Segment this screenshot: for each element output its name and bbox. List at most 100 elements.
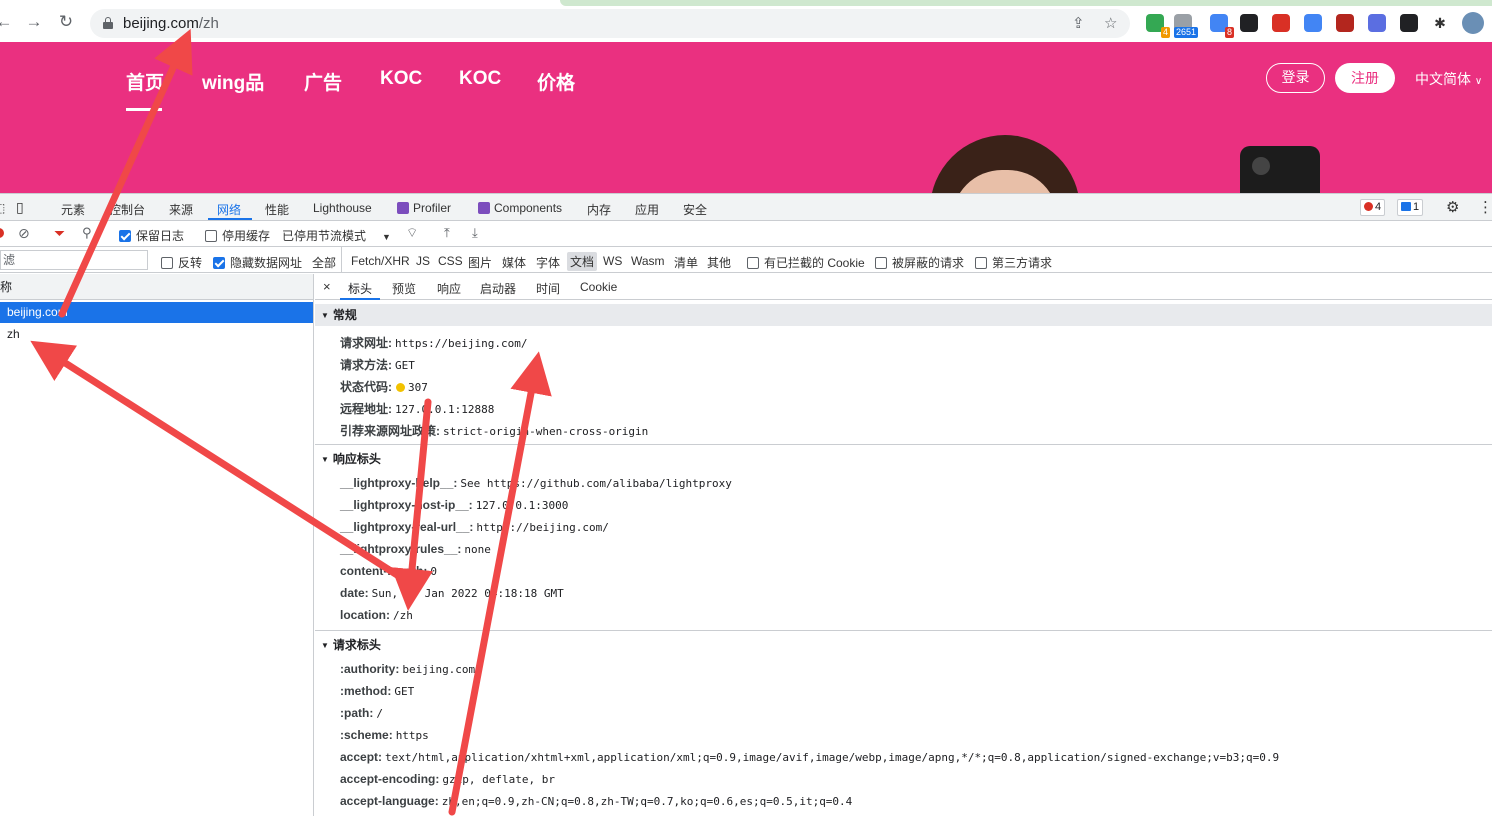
ext-grid-icon[interactable]: 8 [1210,14,1234,38]
ext-compass-icon[interactable] [1304,14,1322,32]
ext-jh-icon[interactable] [1368,14,1386,32]
forward-icon[interactable]: → [24,12,44,32]
request-row-beijing[interactable]: beijing.com [0,302,313,323]
more-icon[interactable]: ⋮ [1478,198,1492,216]
tab-response[interactable]: 响应 [437,280,461,297]
kv-value: beijing.com [402,663,476,676]
filter-type-all[interactable]: 全部 [312,254,336,271]
kv-value: strict-origin-when-cross-origin [443,425,649,438]
request-header-row: :scheme: https [340,728,429,742]
tab-strip-edge [560,0,1492,6]
browser-toolbar: ← → ↻ beijing.com/zh ⇪ ☆ 4 2651 8 ✱ [0,0,1492,42]
export-har-icon[interactable]: ⤓ [472,225,478,241]
ext-mask-icon[interactable] [1240,14,1258,32]
tab-network[interactable]: 网络 [217,201,241,218]
register-button[interactable]: 注册 [1335,63,1395,93]
tab-preview[interactable]: 预览 [392,280,416,297]
filter-type-manifest[interactable]: 清单 [674,254,698,271]
nav-ads[interactable]: 广告 [304,68,342,95]
device-toggle-icon[interactable]: ▯ [16,199,24,216]
request-list-header[interactable]: 称 [0,274,313,300]
ext-green-icon[interactable]: 4 [1146,14,1170,38]
invert-checkbox[interactable]: 反转 [161,254,202,271]
nav-home[interactable]: 首页 [126,68,164,95]
tab-memory[interactable]: 内存 [587,201,611,218]
tab-elements[interactable]: 元素 [61,201,85,218]
ext-counter-icon[interactable]: 2651 [1173,14,1198,38]
tab-headers[interactable]: 标头 [348,280,372,297]
ext-red-icon[interactable] [1336,14,1354,32]
tab-cookie[interactable]: Cookie [580,280,617,294]
filter-type-css[interactable]: CSS [438,254,463,268]
disable-cache-checkbox[interactable]: 停用缓存 [205,227,270,244]
tab-console[interactable]: 控制台 [109,201,145,218]
clear-icon[interactable]: ⊘ [18,225,30,242]
back-icon[interactable]: ← [0,12,14,32]
filter-input[interactable]: 滤 [0,250,148,270]
kv-key: date: [340,586,369,600]
tab-timing[interactable]: 时间 [536,280,560,297]
detail-tabbar: × 标头 预览 响应 启动器 时间 Cookie [315,274,1492,300]
filter-type-js[interactable]: JS [416,254,430,268]
nav-wing[interactable]: wing品 [202,68,264,95]
hide-data-urls-checkbox[interactable]: 隐藏数据网址 [213,254,302,271]
reload-icon[interactable]: ↻ [56,12,76,32]
address-bar[interactable]: beijing.com/zh ⇪ ☆ [90,9,1130,38]
tab-security[interactable]: 安全 [683,201,707,218]
filter-type-ws[interactable]: WS [603,254,622,268]
status-dot-icon [396,383,405,392]
record-icon[interactable] [0,228,4,238]
tab-application[interactable]: 应用 [635,201,659,218]
preserve-log-checkbox[interactable]: 保留日志 [119,227,184,244]
checkbox-icon [161,257,173,269]
tab-lighthouse[interactable]: Lighthouse [313,201,372,215]
tab-sources[interactable]: 来源 [169,201,193,218]
ext-glasses-icon[interactable] [1400,14,1418,32]
inspect-icon[interactable]: ⬚ [0,201,5,215]
close-icon[interactable]: × [323,279,331,294]
lock-icon[interactable] [103,17,113,29]
avatar[interactable] [1462,12,1484,34]
response-header-row: __lightproxy-help__: See https://github.c… [340,476,732,490]
tab-performance[interactable]: 性能 [265,201,289,218]
section-response-headers[interactable]: ▼ 响应标头 [315,448,1492,470]
third-party-checkbox[interactable]: 第三方请求 [975,254,1052,271]
filter-type-xhr[interactable]: Fetch/XHR [351,254,410,268]
throttling-select[interactable]: 已停用节流模式 ▼ [282,227,391,244]
tab-profiler[interactable]: Profiler [397,201,451,215]
message-counter[interactable]: 1 [1397,199,1424,216]
blocked-requests-checkbox[interactable]: 被屏蔽的请求 [875,254,964,271]
filter-type-font[interactable]: 字体 [536,254,560,271]
filter-type-media[interactable]: 媒体 [502,254,526,271]
request-list: 称 beijing.com zh [0,274,314,816]
tab-initiator[interactable]: 启动器 [480,280,516,297]
nav-koc-2[interactable]: KOC [459,68,501,90]
import-har-icon[interactable]: ⤒ [444,225,450,241]
request-row-zh[interactable]: zh [0,324,313,345]
ext-fe-icon[interactable] [1272,14,1290,32]
section-request-headers[interactable]: ▼ 请求标头 [315,634,1492,656]
login-button[interactable]: 登录 [1266,63,1325,93]
url-text[interactable]: beijing.com/zh [123,15,219,32]
section-general[interactable]: ▼ 常规 [315,304,1492,326]
kv-key: 请求网址: [340,336,392,350]
puzzle-icon[interactable]: ✱ [1431,14,1449,32]
search-icon[interactable]: ⚲ [82,225,92,241]
language-selector[interactable]: 中文简体 ∨ [1415,69,1482,89]
gear-icon[interactable]: ⚙ [1446,198,1459,216]
checkbox-icon [205,230,217,242]
filter-type-img[interactable]: 图片 [468,254,492,271]
filter-type-other[interactable]: 其他 [707,254,731,271]
network-conditions-icon[interactable]: ⌔ [406,225,418,241]
filter-type-wasm[interactable]: Wasm [631,254,665,268]
nav-koc-1[interactable]: KOC [380,68,422,90]
blocked-cookies-checkbox[interactable]: 有已拦截的 Cookie [747,254,865,271]
bookmark-star-icon[interactable]: ☆ [1104,14,1117,32]
filter-icon[interactable]: ⏷ [54,225,65,242]
kv-value: zh,en;q=0.9,zh-CN;q=0.8,zh-TW;q=0.7,ko;q… [441,795,853,808]
nav-pricing[interactable]: 价格 [537,68,575,95]
error-counter[interactable]: 4 [1360,199,1386,216]
share-icon[interactable]: ⇪ [1072,14,1085,32]
tab-components[interactable]: Components [478,201,562,215]
filter-type-doc[interactable]: 文档 [567,252,598,271]
